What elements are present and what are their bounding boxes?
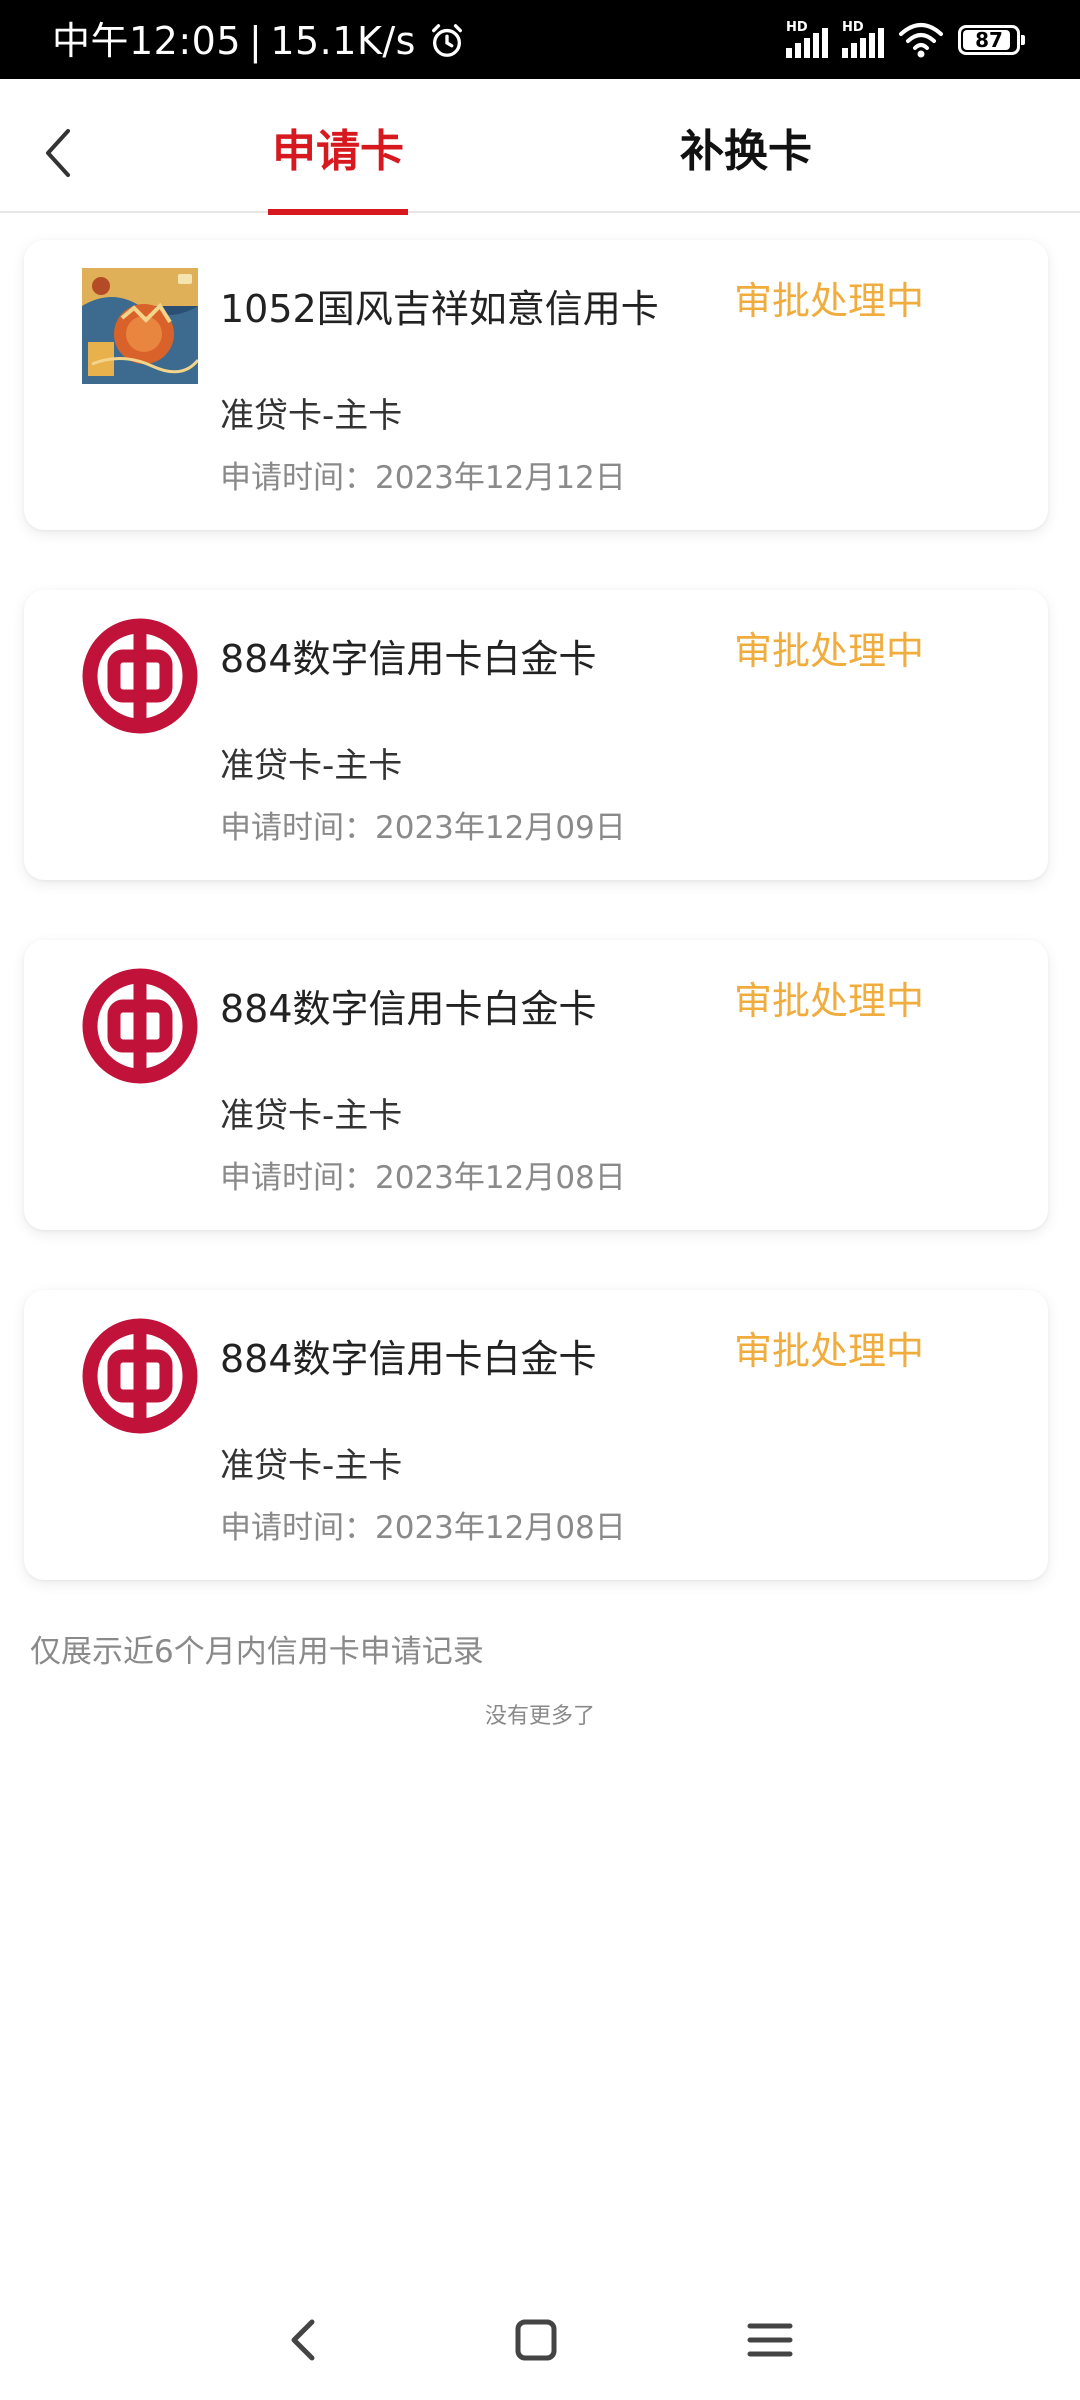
application-date: 申请时间：2023年12月12日 [220,460,626,496]
application-card[interactable]: 884数字信用卡白金卡 审批处理中 准贷卡-主卡 申请时间：2023年12月09… [24,590,1048,880]
battery-level: 87 [975,28,1003,52]
application-date: 申请时间：2023年12月08日 [220,1510,626,1546]
tab-replace-card-label: 补换卡 [680,126,812,177]
tab-apply-card[interactable]: 申请卡 [268,115,408,215]
network-speed: 15.1K/s [270,19,416,63]
bank-of-china-logo-icon [82,618,198,734]
card-name: 884数字信用卡白金卡 [220,637,597,681]
signal-icon-2: HD [842,20,884,58]
active-tab-indicator [268,209,408,215]
card-name: 1052国风吉祥如意信用卡 [220,287,659,331]
application-date: 申请时间：2023年12月08日 [220,1160,626,1196]
battery-icon: 87 [958,25,1025,55]
header: 申请卡 补换卡 [0,79,1080,215]
application-card[interactable]: 884数字信用卡白金卡 审批处理中 准贷卡-主卡 申请时间：2023年12月08… [24,940,1048,1230]
card-type: 准贷卡-主卡 [220,746,403,786]
hd-label-2: HD [842,20,864,35]
status-bar: 中午12:05 | 15.1K/s HD HD 87 [0,0,1080,79]
back-button[interactable] [36,117,86,187]
bank-of-china-logo-icon [82,1318,198,1434]
signal-icon: HD [786,20,828,58]
application-card[interactable]: 884数字信用卡白金卡 审批处理中 准贷卡-主卡 申请时间：2023年12月08… [24,1290,1048,1580]
application-list: 1052国风吉祥如意信用卡 审批处理中 准贷卡-主卡 申请时间：2023年12月… [24,240,1048,1640]
card-type: 准贷卡-主卡 [220,396,403,436]
status-badge: 审批处理中 [733,629,924,673]
application-card[interactable]: 1052国风吉祥如意信用卡 审批处理中 准贷卡-主卡 申请时间：2023年12月… [24,240,1048,530]
no-more-label: 没有更多了 [484,1704,595,1729]
status-badge: 审批处理中 [733,279,924,323]
nav-menu-icon[interactable] [740,2310,800,2370]
status-time: 中午12:05 [52,19,242,63]
card-type: 准贷卡-主卡 [220,1096,403,1136]
system-nav-bar [0,2290,1080,2380]
tab-replace-card[interactable]: 补换卡 [672,115,820,213]
status-badge: 审批处理中 [733,1329,924,1373]
status-badge: 审批处理中 [733,979,924,1023]
nav-home-icon[interactable] [506,2310,566,2370]
hd-label: HD [786,20,808,35]
card-type: 准贷卡-主卡 [220,1446,403,1486]
application-date: 申请时间：2023年12月09日 [220,810,626,846]
tab-apply-card-label: 申请卡 [272,126,404,177]
records-footnote: 仅展示近6个月内信用卡申请记录 [30,1634,484,1670]
nav-back-icon[interactable] [274,2310,334,2370]
alarm-icon [432,24,462,57]
card-name: 884数字信用卡白金卡 [220,1337,597,1381]
guofeng-card-image [82,268,198,384]
wifi-icon [899,23,943,58]
card-name: 884数字信用卡白金卡 [220,987,597,1031]
bank-of-china-logo-icon [82,968,198,1084]
